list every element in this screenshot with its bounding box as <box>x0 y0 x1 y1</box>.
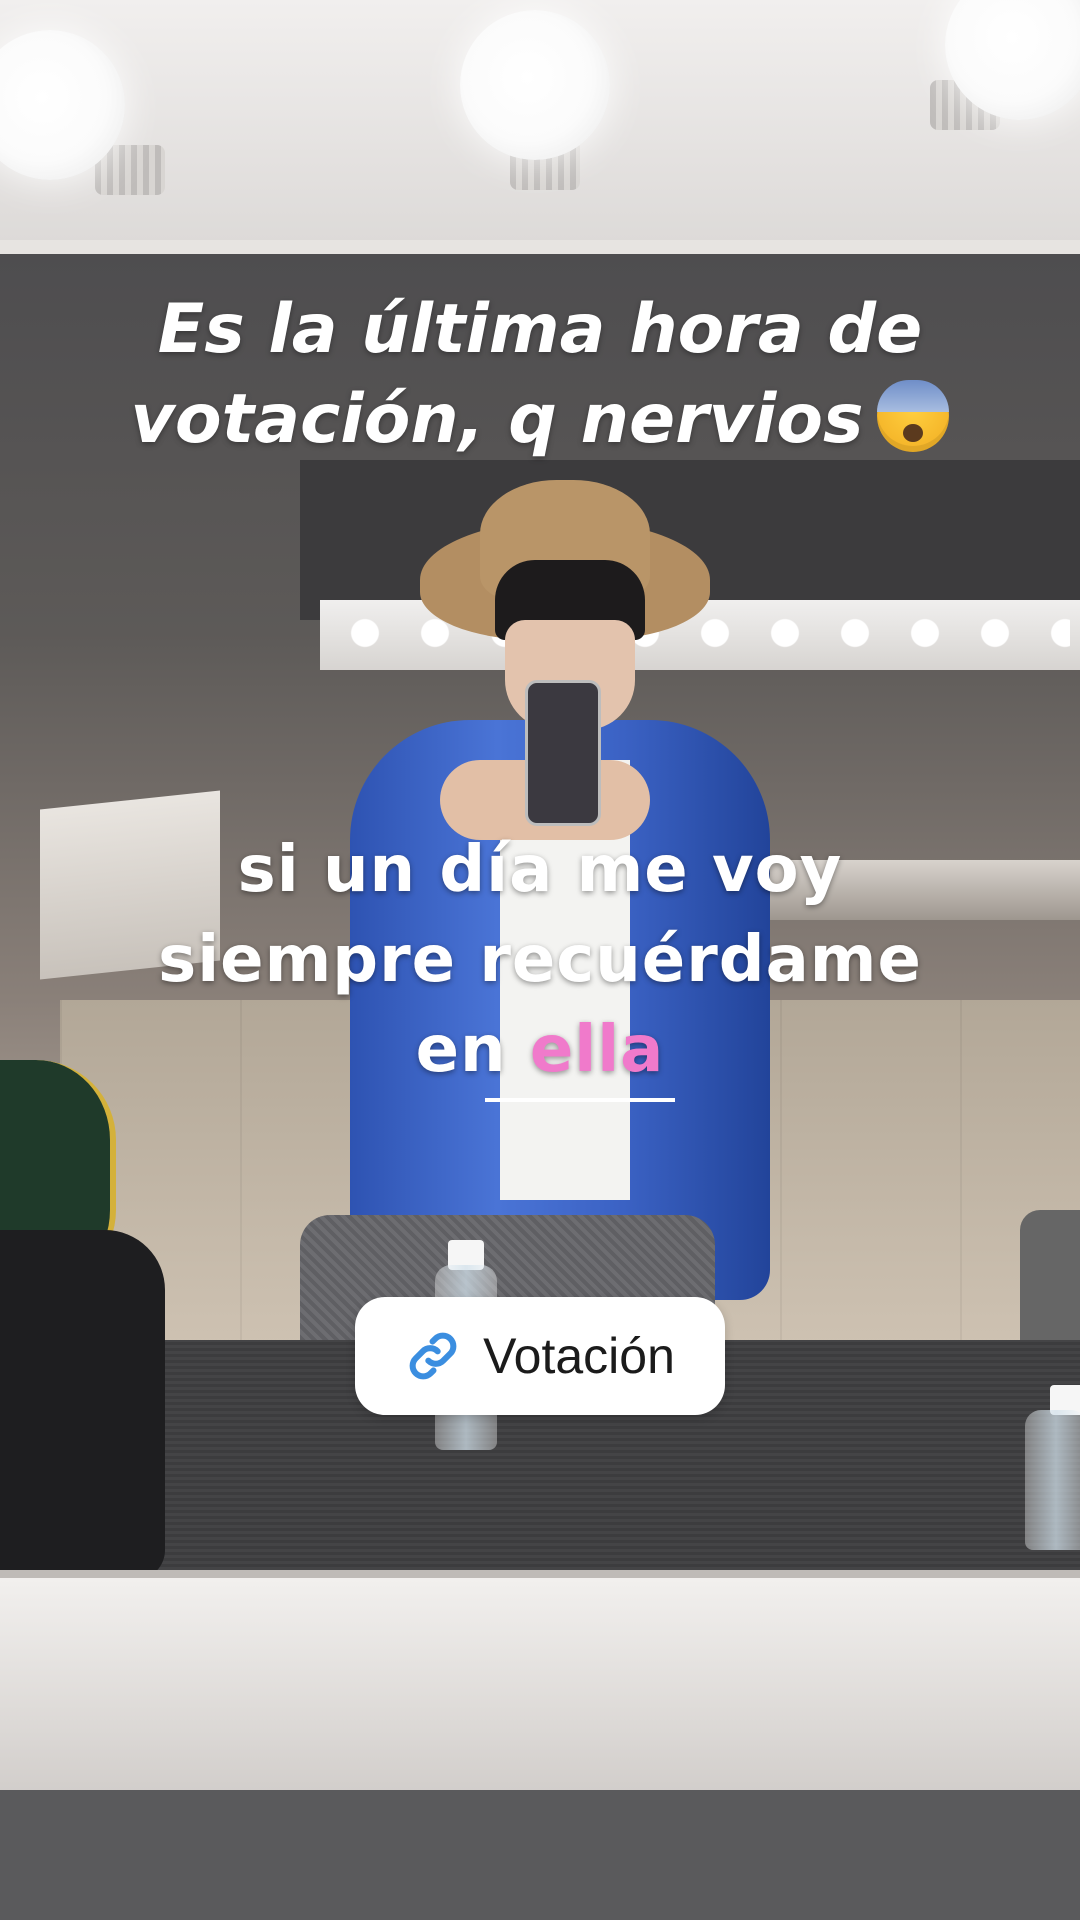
lyrics-line-2: siempre recuérdame <box>158 923 922 997</box>
story-title-text: Es la última hora de votación, q nervios <box>60 285 1020 465</box>
link-sticker-label: Votación <box>483 1328 675 1384</box>
chair <box>1020 1210 1080 1340</box>
reflected-bulbs <box>330 618 1070 648</box>
vanity-bulb <box>460 10 610 160</box>
lyrics-text: si un día me voy siempre recuérdame en e… <box>80 825 1000 1095</box>
lyrics-line-3-prefix: en <box>415 1013 507 1087</box>
story-title-line-2-text: votación, q nervios <box>130 380 864 459</box>
link-sticker[interactable]: Votación <box>355 1297 725 1415</box>
mirror-frame <box>0 1570 1080 1798</box>
black-bag <box>0 1230 165 1580</box>
story-title-line-1: Es la última hora de <box>157 290 923 369</box>
lyrics-underline <box>485 1098 675 1102</box>
lyrics-line-3: en ella <box>80 1005 1000 1095</box>
anxious-face-icon <box>877 380 950 452</box>
phone <box>525 680 601 826</box>
lyrics-line-1: si un día me voy <box>237 833 843 907</box>
story-title-line-2: votación, q nervios <box>60 375 1020 465</box>
water-bottle <box>1025 1410 1080 1550</box>
lyrics-highlight-word: ella <box>529 1013 665 1087</box>
counter-edge <box>0 1790 1080 1920</box>
link-icon <box>409 1332 457 1380</box>
